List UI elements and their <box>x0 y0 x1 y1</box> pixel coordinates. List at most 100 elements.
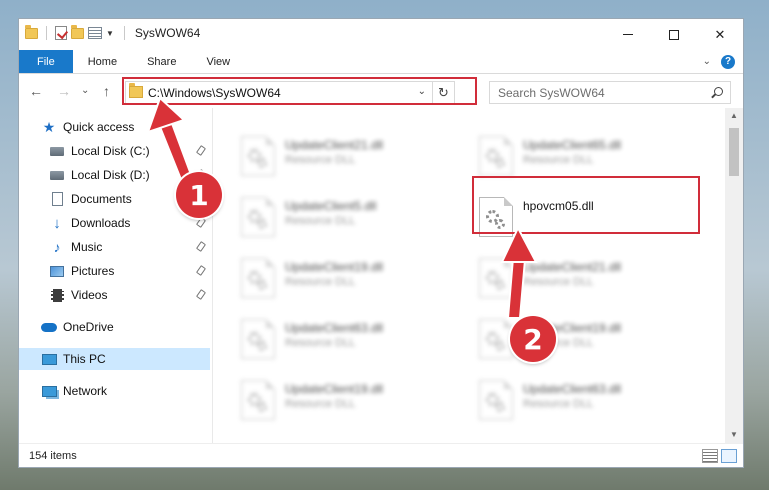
vertical-scrollbar[interactable]: ▲ ▼ <box>725 108 743 443</box>
file-name: UpdateClient19.dll <box>285 382 384 396</box>
dll-file-icon <box>241 197 275 237</box>
scroll-down-arrow-icon[interactable]: ▼ <box>725 427 743 443</box>
properties-icon[interactable] <box>88 27 102 39</box>
sidebar-item-network[interactable]: Network <box>19 380 210 402</box>
item-count: 154 items <box>29 450 77 462</box>
dll-file-icon <box>479 136 513 176</box>
maximize-button[interactable] <box>651 19 697 50</box>
quick-access-toolbar: ▼ SysWOW64 <box>25 24 200 40</box>
tab-home[interactable]: Home <box>73 50 132 73</box>
sidebar-item-label: Documents <box>71 192 132 206</box>
up-button[interactable]: ↑ <box>103 83 110 99</box>
file-type: Resource DLL <box>523 276 594 288</box>
expand-ribbon-chevron-icon[interactable]: ⌄ <box>703 56 711 67</box>
dll-file-icon <box>479 258 513 298</box>
file-item[interactable]: UpdateClient19.dll Resource DLL <box>215 252 440 302</box>
file-item[interactable]: UpdateClient65.dll Resource DLL <box>453 130 678 180</box>
properties-check-icon[interactable] <box>55 26 67 40</box>
file-highlight <box>472 176 700 234</box>
file-item[interactable]: UpdateClient5.dll Resource DLL <box>215 191 440 241</box>
ribbon-tabs: File Home Share View ⌄ ? <box>19 50 743 74</box>
scroll-up-arrow-icon[interactable]: ▲ <box>725 108 743 124</box>
sidebar-item-label: Music <box>71 240 103 254</box>
dll-file-icon <box>241 258 275 298</box>
tab-file[interactable]: File <box>19 50 73 73</box>
sidebar-item-label: Quick access <box>63 120 135 134</box>
divider <box>123 26 125 40</box>
customize-toolbar-chevron-icon[interactable]: ▼ <box>106 29 114 38</box>
large-icons-view-icon[interactable] <box>721 449 737 463</box>
file-item[interactable]: UpdateClient21.dll Resource DLL <box>215 130 440 180</box>
music-icon: ♪ <box>53 239 61 255</box>
close-button[interactable]: ✕ <box>697 19 743 50</box>
file-list: UpdateClient21.dll Resource DLL UpdateCl… <box>215 108 725 443</box>
disk-icon <box>50 146 64 156</box>
title-bar: ▼ SysWOW64 ✕ <box>19 19 743 50</box>
sidebar-item-label: Pictures <box>71 264 115 278</box>
video-icon <box>50 288 64 302</box>
pc-icon <box>41 353 57 365</box>
dll-file-icon <box>241 319 275 359</box>
file-type: Resource DLL <box>523 398 594 410</box>
sidebar-item-label: Downloads <box>71 216 131 230</box>
pane-divider[interactable] <box>212 108 213 443</box>
minimize-button[interactable] <box>605 19 651 50</box>
file-name: UpdateClient65.dll <box>523 138 622 152</box>
file-item[interactable]: UpdateClient63.dll Resource DLL <box>453 374 678 424</box>
sidebar-item-label: Videos <box>71 288 108 302</box>
tab-share[interactable]: Share <box>132 50 191 73</box>
file-name: UpdateClient63.dll <box>523 382 622 396</box>
navigation-pane: ★ Quick access Local Disk (C:) Local Dis… <box>19 108 213 443</box>
sidebar-item-downloads[interactable]: ↓ Downloads <box>19 212 210 234</box>
sidebar-item-videos[interactable]: Videos <box>19 284 210 306</box>
pin-icon <box>195 265 207 276</box>
minimize-icon <box>623 34 633 35</box>
sidebar-item-label: Local Disk (D:) <box>71 168 150 182</box>
pictures-icon <box>50 265 64 277</box>
tab-view[interactable]: View <box>191 50 245 73</box>
file-name: UpdateClient21.dll <box>285 138 384 152</box>
recent-locations-button[interactable]: ⌄ <box>81 85 89 96</box>
sidebar-item-pictures[interactable]: Pictures <box>19 260 210 282</box>
network-icon <box>41 385 57 397</box>
sidebar-item-onedrive[interactable]: OneDrive <box>19 316 210 338</box>
back-button[interactable]: ← <box>29 83 43 99</box>
file-item[interactable]: UpdateClient19.dll Resource DLL <box>453 313 678 363</box>
file-name: UpdateClient63.dll <box>285 321 384 335</box>
download-icon: ↓ <box>53 214 61 232</box>
file-type: Resource DLL <box>285 215 356 227</box>
maximize-icon <box>669 29 679 40</box>
step-1-badge: 1 <box>176 172 222 218</box>
sidebar-item-this-pc[interactable]: This PC <box>19 348 210 370</box>
file-item[interactable]: UpdateClient21.dll Resource DLL <box>453 252 678 302</box>
window-controls: ✕ <box>605 19 743 50</box>
file-type: Resource DLL <box>285 337 356 349</box>
dll-file-icon <box>241 380 275 420</box>
document-icon <box>51 192 63 206</box>
address-bar-highlight <box>122 77 477 105</box>
star-icon: ★ <box>42 118 56 135</box>
pin-icon <box>195 217 207 228</box>
file-item[interactable]: UpdateClient63.dll Resource DLL <box>215 313 440 363</box>
help-icon[interactable]: ? <box>721 54 735 69</box>
file-name: UpdateClient5.dll <box>285 199 377 213</box>
ribbon-right: ⌄ ? <box>703 50 743 73</box>
status-bar: 154 items <box>19 443 743 467</box>
sidebar-item-quick-access[interactable]: ★ Quick access <box>19 116 210 138</box>
details-view-icon[interactable] <box>702 449 718 463</box>
view-switcher <box>702 449 737 463</box>
dll-file-icon <box>241 136 275 176</box>
sidebar-item-music[interactable]: ♪ Music <box>19 236 210 258</box>
search-icon[interactable] <box>714 87 723 96</box>
file-item[interactable]: UpdateClient19.dll Resource DLL <box>215 374 440 424</box>
sidebar-item-local-disk-c[interactable]: Local Disk (C:) <box>19 140 210 162</box>
forward-button[interactable]: → <box>57 83 71 99</box>
pin-icon <box>195 241 207 252</box>
dll-file-icon <box>479 380 513 420</box>
new-folder-icon[interactable] <box>71 24 84 39</box>
pin-icon <box>195 289 207 300</box>
scrollbar-thumb[interactable] <box>729 128 739 176</box>
pin-icon <box>195 145 207 156</box>
search-box[interactable]: Search SysWOW64 <box>489 81 731 104</box>
file-type: Resource DLL <box>285 154 356 166</box>
